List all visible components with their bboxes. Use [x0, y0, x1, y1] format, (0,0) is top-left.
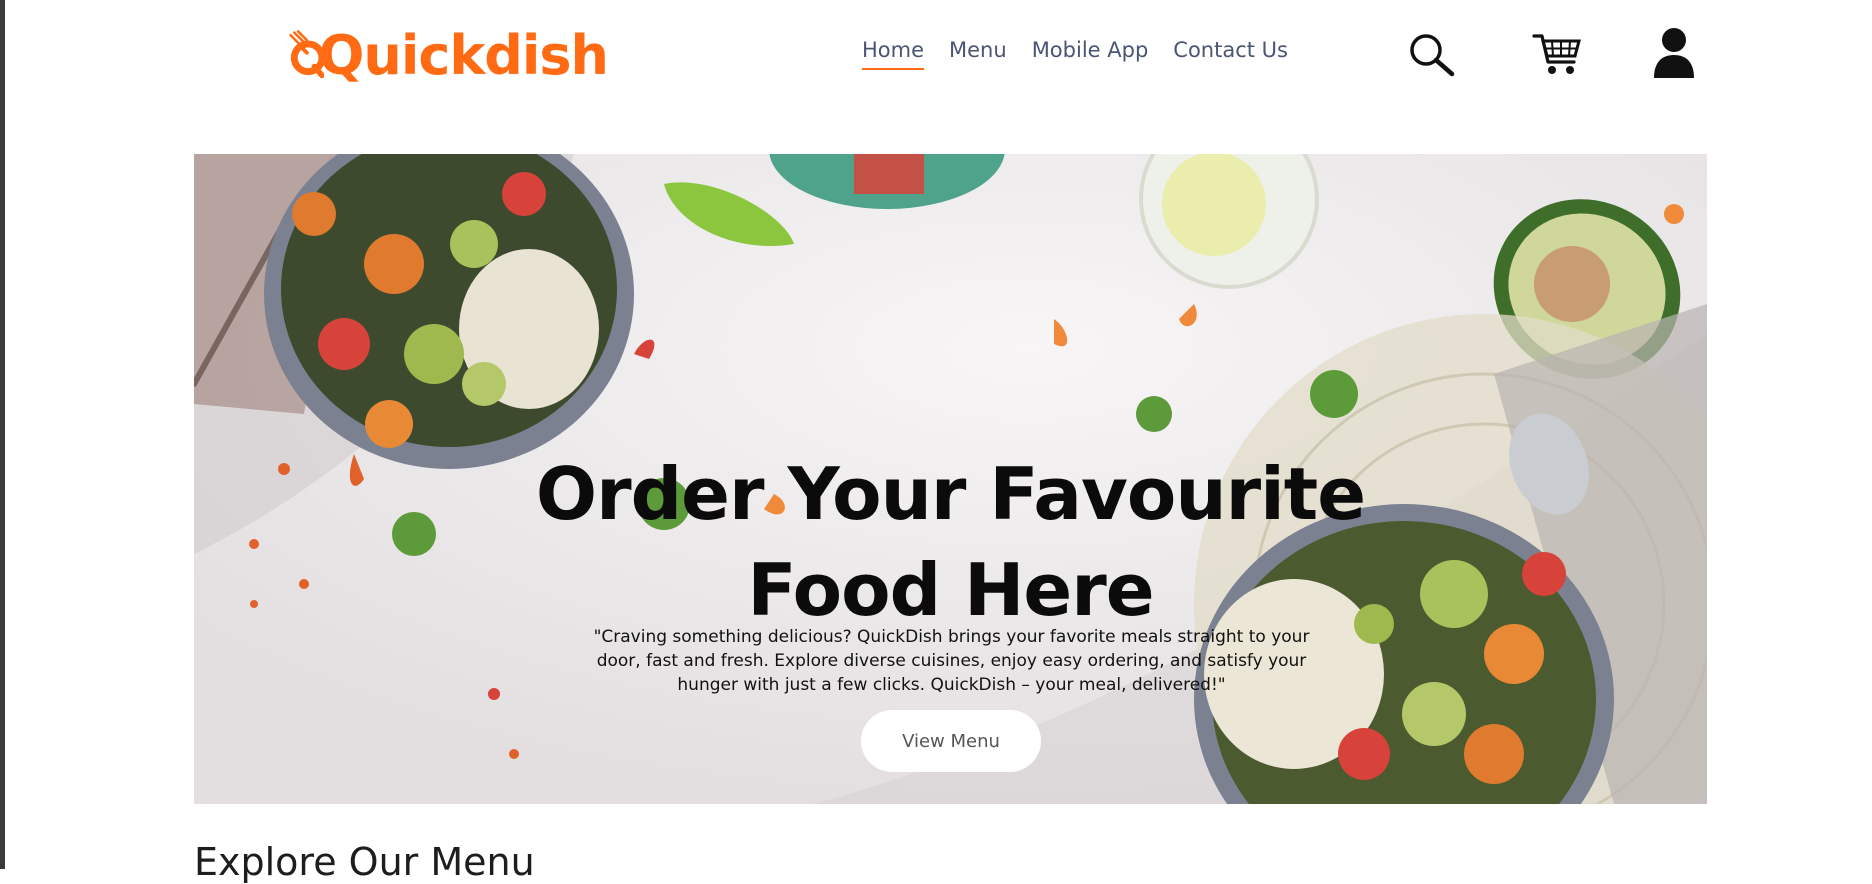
- hero-description: "Craving something delicious? QuickDish …: [593, 627, 1310, 695]
- account-button[interactable]: [1652, 26, 1696, 85]
- hero-banner: Order Your Favourite Food Here "Craving …: [194, 154, 1707, 804]
- window-edge: [0, 0, 5, 869]
- hero-title: Order Your Favourite Food Here: [194, 446, 1707, 638]
- search-button[interactable]: [1408, 32, 1456, 83]
- nav-mobile-app[interactable]: Mobile App: [1032, 38, 1149, 70]
- explore-menu-heading: Explore Our Menu: [194, 840, 535, 884]
- logo-text: Quickdish: [318, 24, 609, 87]
- nav-contact-us[interactable]: Contact Us: [1173, 38, 1288, 70]
- search-icon: [1410, 34, 1455, 77]
- hero-title-line-2: Food Here: [747, 548, 1154, 633]
- main-nav: Home Menu Mobile App Contact Us: [862, 38, 1313, 70]
- nav-menu[interactable]: Menu: [949, 38, 1007, 70]
- user-icon: [1654, 28, 1694, 78]
- hero-title-line-1: Order Your Favourite: [535, 452, 1366, 537]
- cart-button[interactable]: [1532, 30, 1582, 83]
- navbar: Quickdish Home Menu Mobile App Contact U…: [0, 0, 1872, 110]
- view-menu-button[interactable]: View Menu: [861, 710, 1041, 772]
- logo[interactable]: Quickdish: [288, 14, 609, 94]
- nav-home[interactable]: Home: [862, 38, 925, 70]
- cart-icon: [1532, 34, 1581, 74]
